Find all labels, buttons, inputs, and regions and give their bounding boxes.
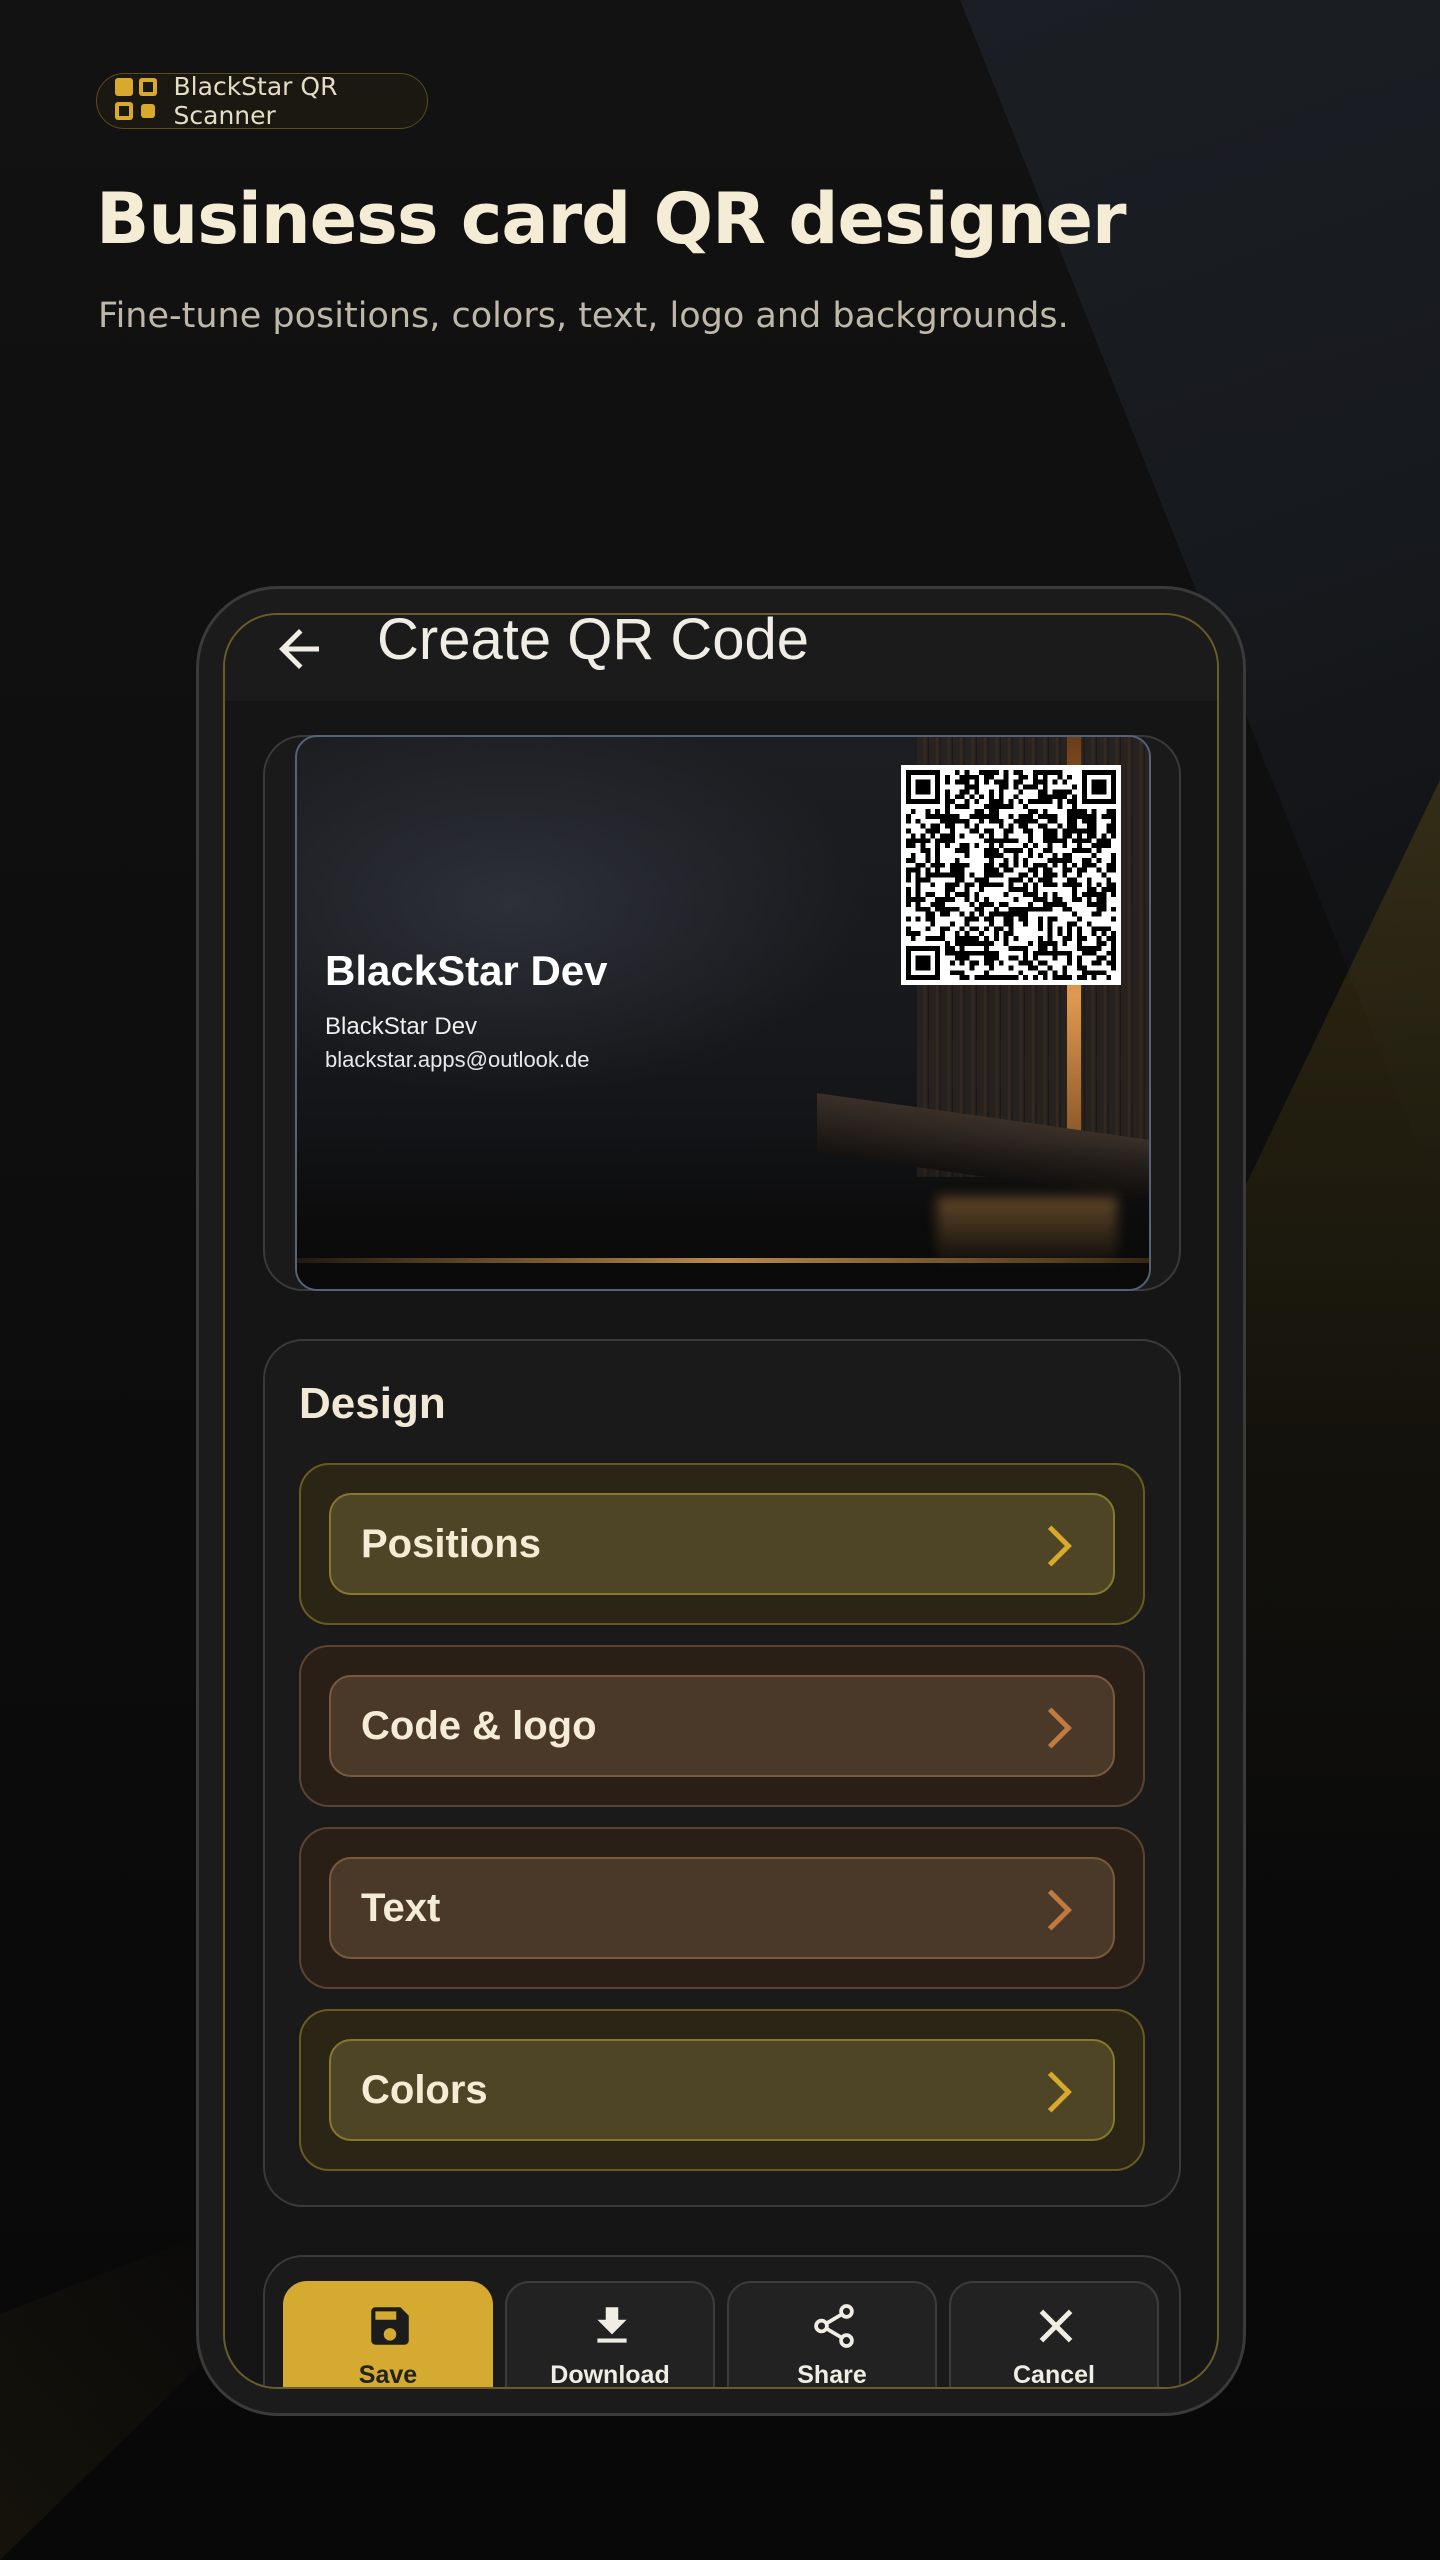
share-label: Share: [797, 2361, 867, 2389]
chevron-right-icon: [1047, 1889, 1072, 1931]
chevron-right-icon: [1047, 1707, 1072, 1749]
download-button[interactable]: Download: [505, 2281, 715, 2389]
qr-grid-icon: [115, 78, 158, 124]
design-title: Design: [299, 1379, 446, 1428]
save-label: Save: [358, 2361, 418, 2389]
positions-label: Positions: [361, 1521, 542, 1566]
page-title: Business card QR designer: [96, 178, 1127, 260]
colors-button[interactable]: Colors: [329, 2039, 1115, 2141]
app-badge: BlackStar QR Scanner: [96, 72, 428, 130]
card-name[interactable]: BlackStar Dev: [325, 947, 608, 995]
cancel-button[interactable]: Cancel: [949, 2281, 1159, 2389]
close-icon: [1039, 2309, 1073, 2343]
code-logo-label: Code & logo: [361, 1703, 597, 1748]
code-logo-button[interactable]: Code & logo: [329, 1675, 1115, 1777]
app-bar-title: Create QR Code: [377, 613, 809, 672]
design-option-text: Text: [299, 1827, 1145, 1989]
arrow-left-icon[interactable]: [269, 619, 329, 679]
cancel-label: Cancel: [1013, 2361, 1095, 2389]
qr-code[interactable]: [901, 765, 1121, 985]
colors-label: Colors: [361, 2067, 488, 2112]
card-company[interactable]: BlackStar Dev: [325, 1013, 477, 1041]
business-card-preview[interactable]: BlackStar Dev BlackStar Dev blackstar.ap…: [295, 735, 1151, 1291]
download-icon: [597, 2307, 627, 2343]
qr-code-image: [905, 769, 1117, 981]
download-label: Download: [550, 2361, 670, 2389]
design-option-colors: Colors: [299, 2009, 1145, 2171]
text-button[interactable]: Text: [329, 1857, 1115, 1959]
card-email[interactable]: blackstar.apps@outlook.de: [325, 1047, 590, 1073]
phone-screen: Create QR Code BlackStar Dev BlackStar D…: [223, 613, 1219, 2389]
share-button[interactable]: Share: [727, 2281, 937, 2389]
share-icon: [814, 2304, 854, 2348]
app-badge-label: BlackStar QR Scanner: [173, 72, 338, 130]
chevron-right-icon: [1047, 1525, 1072, 1567]
positions-button[interactable]: Positions: [329, 1493, 1115, 1595]
chevron-right-icon: [1047, 2071, 1072, 2113]
page-subtitle: Fine-tune positions, colors, text, logo …: [98, 296, 1069, 336]
card-background-reflection: [937, 1197, 1117, 1267]
app-bar: Create QR Code: [225, 615, 1217, 701]
card-background-stripe: [297, 1258, 1149, 1263]
phone-frame: Create QR Code BlackStar Dev BlackStar D…: [196, 586, 1246, 2416]
card-preview-container: BlackStar Dev BlackStar Dev blackstar.ap…: [263, 735, 1181, 1291]
text-label: Text: [361, 1885, 441, 1930]
design-option-positions: Positions: [299, 1463, 1145, 1625]
save-icon: [371, 2307, 409, 2345]
save-button[interactable]: Save: [283, 2281, 493, 2389]
design-panel: Design Positions Code & logo Text Colors: [263, 1339, 1181, 2207]
design-option-code-logo: Code & logo: [299, 1645, 1145, 1807]
action-bar: Save Download Share Cancel: [263, 2255, 1181, 2389]
